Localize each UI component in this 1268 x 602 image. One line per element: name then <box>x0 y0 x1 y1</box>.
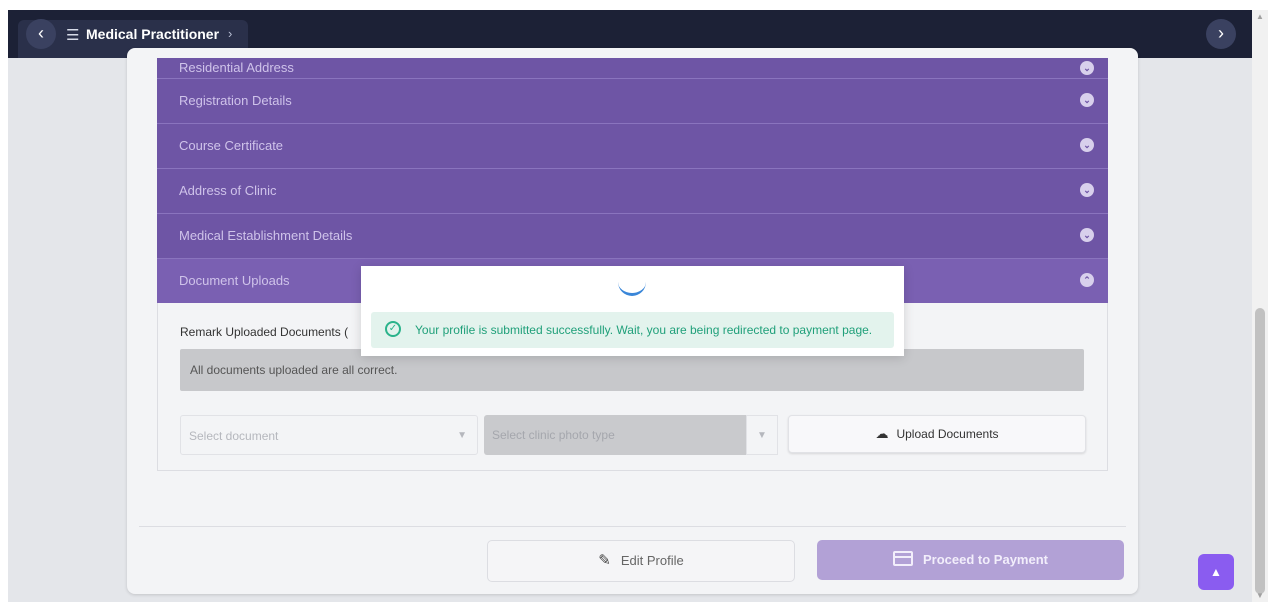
chevron-down-icon[interactable]: ⌄ <box>1080 183 1094 197</box>
scroll-to-top-button[interactable]: ▲ <box>1198 554 1234 590</box>
accordion-label: Address of Clinic <box>179 183 277 198</box>
accordion-label: Residential Address <box>179 60 294 75</box>
caret-up-icon: ▲ <box>1210 565 1222 579</box>
scrollbar[interactable]: ▲ ▼ <box>1252 10 1268 602</box>
accordion-label: Registration Details <box>179 93 292 108</box>
upload-documents-button[interactable]: ☁ Upload Documents <box>788 415 1086 453</box>
caret-down-icon: ▼ <box>457 430 467 441</box>
remark-label: Remark Uploaded Documents ( <box>180 325 349 339</box>
chevron-down-icon[interactable]: ⌄ <box>1080 228 1094 242</box>
accordion-label: Medical Establishment Details <box>179 228 353 243</box>
accordion-label: Course Certificate <box>179 138 284 153</box>
chevron-right-icon: › <box>228 26 233 41</box>
chevron-down-icon[interactable]: ⌄ <box>1080 93 1094 107</box>
loading-spinner-icon <box>618 282 646 296</box>
chevron-down-icon[interactable]: ⌄ <box>1080 138 1094 152</box>
accordion-address-of-clinic[interactable]: Address of Clinic ⌄ <box>157 169 1108 214</box>
submission-modal: ✓ Your profile is submitted successfully… <box>361 266 904 356</box>
accordion-label: Document Uploads <box>179 273 290 288</box>
caret-down-icon[interactable]: ▼ <box>746 415 778 455</box>
check-circle-icon: ✓ <box>385 321 401 337</box>
pencil-icon: ✎ <box>598 552 611 569</box>
pay-label: Proceed to Payment <box>923 552 1048 567</box>
accordion-registration-details[interactable]: Registration Details ⌄ <box>157 79 1108 124</box>
select-photo-placeholder: Select clinic photo type <box>492 428 615 442</box>
credit-card-icon <box>893 551 913 566</box>
cloud-upload-icon: ☁ <box>875 426 889 441</box>
select-clinic-photo-type-dropdown[interactable]: Select clinic photo type <box>484 415 746 455</box>
scrollbar-thumb[interactable] <box>1255 308 1265 594</box>
accordion-residential-address[interactable]: Residential Address ⌄ <box>157 58 1108 79</box>
accordion-course-certificate[interactable]: Course Certificate ⌄ <box>157 124 1108 169</box>
back-button[interactable]: ‹ <box>26 19 56 49</box>
scroll-down-arrow-icon[interactable]: ▼ <box>1256 591 1264 600</box>
divider <box>139 526 1126 527</box>
proceed-to-payment-button[interactable]: Proceed to Payment <box>817 540 1124 580</box>
chevron-up-icon[interactable]: ⌃ <box>1080 273 1094 287</box>
accordion-medical-establishment-details[interactable]: Medical Establishment Details ⌄ <box>157 214 1108 259</box>
success-alert: ✓ Your profile is submitted successfully… <box>371 312 894 348</box>
app-window: ‹ ☰ Medical Practitioner › › Residential… <box>8 10 1252 602</box>
chevron-down-icon[interactable]: ⌄ <box>1080 61 1094 75</box>
forward-button[interactable]: › <box>1206 19 1236 49</box>
select-document-placeholder: Select document <box>189 429 279 443</box>
accordion: Residential Address ⌄ Registration Detai… <box>157 58 1108 471</box>
success-message: Your profile is submitted successfully. … <box>415 323 873 337</box>
list-icon: ☰ <box>66 27 80 44</box>
page-title[interactable]: Medical Practitioner <box>86 26 219 42</box>
edit-label: Edit Profile <box>620 553 684 568</box>
edit-profile-button[interactable]: ✎ Edit Profile <box>487 540 795 582</box>
upload-label: Upload Documents <box>896 427 999 441</box>
scroll-up-arrow-icon[interactable]: ▲ <box>1256 12 1264 21</box>
select-document-dropdown[interactable]: Select document ▼ <box>180 415 478 455</box>
